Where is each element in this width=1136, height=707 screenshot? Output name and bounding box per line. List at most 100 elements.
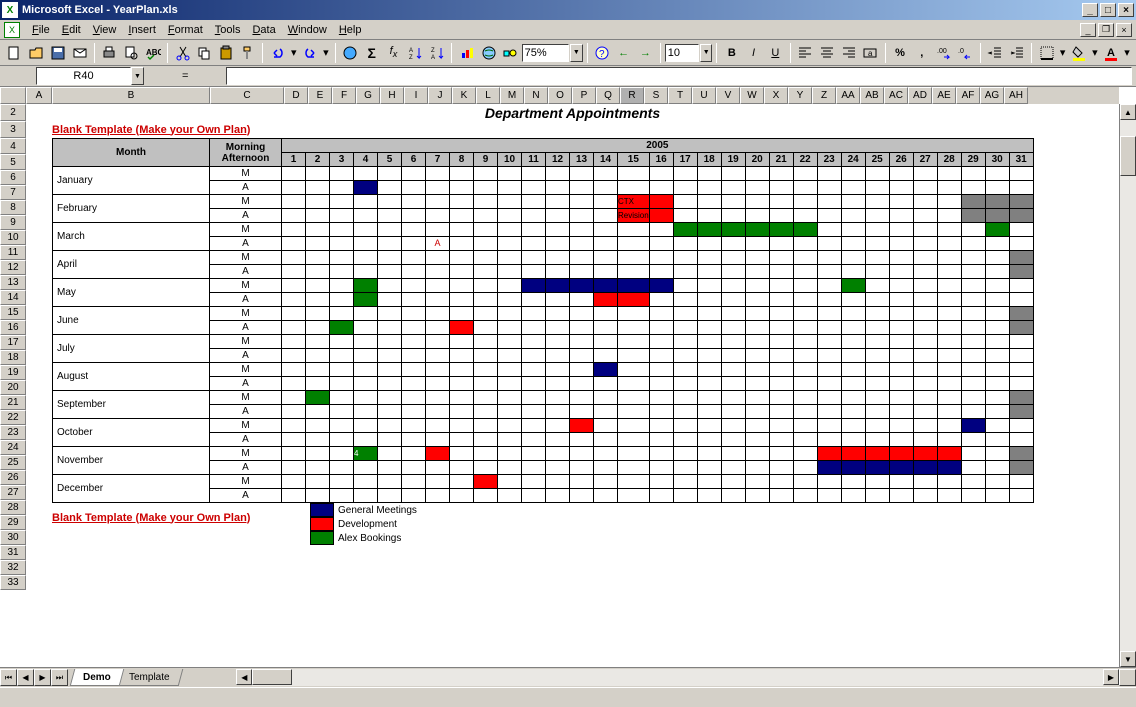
increase-decimal-button[interactable]: .00	[933, 42, 954, 64]
template-link-bottom[interactable]: Blank Template (Make your Own Plan)	[52, 512, 250, 524]
plan-cell[interactable]	[769, 321, 793, 335]
redo-button[interactable]	[299, 42, 320, 64]
menu-view[interactable]: View	[87, 22, 123, 38]
plan-cell[interactable]	[841, 209, 865, 223]
plan-cell[interactable]	[865, 405, 889, 419]
plan-cell[interactable]	[594, 335, 618, 349]
row-header-25[interactable]: 25	[0, 455, 26, 470]
row-header-10[interactable]: 10	[0, 230, 26, 245]
plan-cell[interactable]	[378, 209, 402, 223]
plan-cell[interactable]	[937, 475, 961, 489]
plan-cell[interactable]	[618, 321, 650, 335]
col-header-B[interactable]: B	[52, 87, 210, 104]
col-header-K[interactable]: K	[452, 87, 476, 104]
plan-cell[interactable]	[649, 307, 673, 321]
tab-last-button[interactable]: ⏭	[51, 669, 68, 686]
plan-cell[interactable]	[570, 335, 594, 349]
plan-cell[interactable]	[330, 405, 354, 419]
plan-cell[interactable]	[594, 321, 618, 335]
plan-cell[interactable]	[721, 391, 745, 405]
plan-cell[interactable]	[841, 475, 865, 489]
plan-cell[interactable]	[961, 293, 985, 307]
plan-cell[interactable]	[354, 349, 378, 363]
cut-button[interactable]	[172, 42, 193, 64]
row-header-4[interactable]: 4	[0, 138, 26, 154]
plan-cell[interactable]	[1009, 167, 1033, 181]
plan-cell[interactable]	[522, 461, 546, 475]
plan-cell[interactable]	[282, 489, 306, 503]
plan-cell[interactable]	[570, 195, 594, 209]
plan-cell[interactable]	[1009, 237, 1033, 251]
plan-cell[interactable]	[841, 167, 865, 181]
plan-cell[interactable]	[594, 349, 618, 363]
plan-cell[interactable]	[745, 447, 769, 461]
col-header-AD[interactable]: AD	[908, 87, 932, 104]
plan-cell[interactable]	[402, 461, 426, 475]
plan-cell[interactable]	[522, 265, 546, 279]
plan-cell[interactable]	[378, 321, 402, 335]
plan-cell[interactable]	[937, 363, 961, 377]
plan-cell[interactable]	[498, 447, 522, 461]
plan-cell[interactable]	[985, 349, 1009, 363]
plan-cell[interactable]	[769, 237, 793, 251]
plan-cell[interactable]	[570, 293, 594, 307]
plan-cell[interactable]	[961, 251, 985, 265]
plan-cell[interactable]	[985, 237, 1009, 251]
undo-dropdown[interactable]: ▾	[289, 42, 298, 64]
plan-cell[interactable]	[378, 489, 402, 503]
plan-cell[interactable]	[769, 307, 793, 321]
sheet-content[interactable]: Department Appointments Blank Template (…	[26, 104, 1119, 667]
plan-cell[interactable]	[570, 167, 594, 181]
plan-cell[interactable]	[769, 293, 793, 307]
open-button[interactable]	[26, 42, 47, 64]
plan-cell[interactable]	[889, 419, 913, 433]
plan-cell[interactable]	[673, 237, 697, 251]
plan-cell[interactable]	[865, 349, 889, 363]
plan-cell[interactable]	[594, 167, 618, 181]
plan-cell[interactable]	[817, 363, 841, 377]
plan-cell[interactable]	[865, 209, 889, 223]
plan-cell[interactable]	[889, 293, 913, 307]
plan-cell[interactable]	[769, 181, 793, 195]
resize-grip[interactable]	[1119, 669, 1136, 686]
plan-cell[interactable]	[841, 181, 865, 195]
plan-cell[interactable]	[522, 377, 546, 391]
plan-cell[interactable]	[570, 265, 594, 279]
plan-cell[interactable]	[913, 181, 937, 195]
new-button[interactable]	[4, 42, 25, 64]
plan-cell[interactable]	[354, 405, 378, 419]
plan-cell[interactable]	[330, 251, 354, 265]
plan-cell[interactable]	[570, 223, 594, 237]
plan-cell[interactable]	[961, 195, 985, 209]
plan-cell[interactable]	[402, 181, 426, 195]
plan-cell[interactable]	[378, 447, 402, 461]
plan-cell[interactable]	[889, 363, 913, 377]
align-center-button[interactable]	[816, 42, 837, 64]
plan-cell[interactable]	[769, 209, 793, 223]
plan-cell[interactable]	[306, 433, 330, 447]
plan-cell[interactable]	[402, 167, 426, 181]
plan-cell[interactable]	[937, 321, 961, 335]
plan-cell[interactable]	[522, 335, 546, 349]
plan-cell[interactable]	[817, 405, 841, 419]
plan-cell[interactable]	[306, 293, 330, 307]
plan-cell[interactable]	[618, 419, 650, 433]
plan-cell[interactable]	[937, 237, 961, 251]
plan-cell[interactable]	[354, 321, 378, 335]
plan-cell[interactable]	[498, 363, 522, 377]
font-size-box[interactable]: 10	[665, 44, 699, 62]
plan-cell[interactable]	[793, 447, 817, 461]
plan-cell[interactable]	[306, 489, 330, 503]
plan-cell[interactable]	[961, 321, 985, 335]
plan-cell[interactable]	[673, 447, 697, 461]
plan-cell[interactable]	[306, 475, 330, 489]
plan-cell[interactable]	[985, 363, 1009, 377]
plan-cell[interactable]	[402, 447, 426, 461]
plan-cell[interactable]	[546, 279, 570, 293]
plan-cell[interactable]	[769, 265, 793, 279]
plan-cell[interactable]	[745, 167, 769, 181]
align-right-button[interactable]	[838, 42, 859, 64]
plan-cell[interactable]	[354, 195, 378, 209]
plan-cell[interactable]	[985, 181, 1009, 195]
plan-cell[interactable]	[697, 237, 721, 251]
